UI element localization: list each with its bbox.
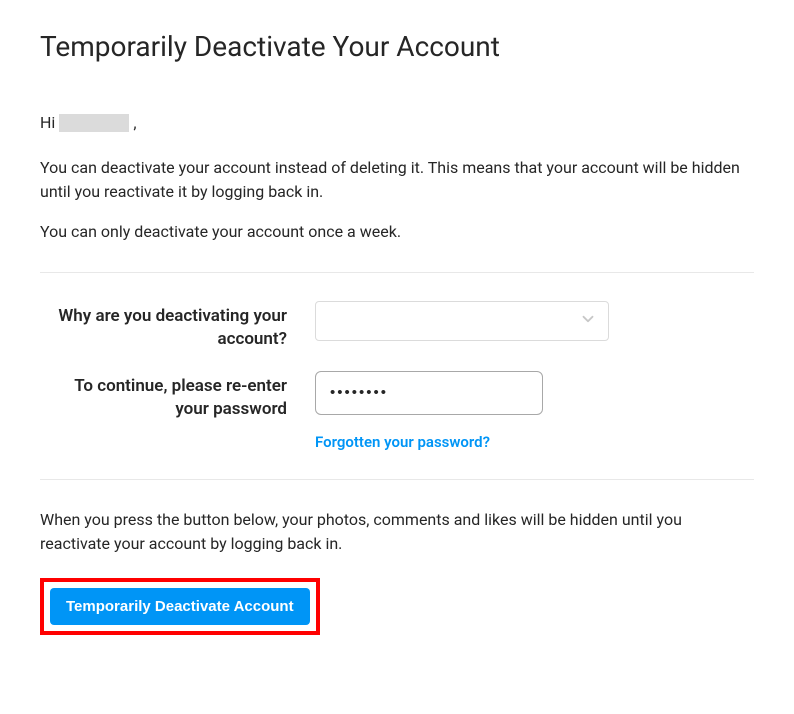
reason-label: Why are you deactivating your account?: [40, 301, 315, 351]
greeting-prefix: Hi: [40, 113, 55, 132]
reason-row: Why are you deactivating your account?: [40, 301, 754, 351]
password-input[interactable]: [315, 371, 543, 415]
reason-select[interactable]: [315, 301, 609, 341]
password-row: To continue, please re-enter your passwo…: [40, 371, 754, 451]
greeting-suffix: ,: [133, 113, 136, 132]
highlight-annotation: Temporarily Deactivate Account: [40, 578, 320, 635]
username-redacted: [59, 114, 129, 132]
divider-bottom: [40, 479, 754, 480]
reason-select-wrap: [315, 301, 609, 341]
footer-note: When you press the button below, your ph…: [40, 508, 754, 556]
intro-paragraph-2: You can only deactivate your account onc…: [40, 220, 754, 244]
intro-paragraph-1: You can deactivate your account instead …: [40, 156, 754, 204]
page-title: Temporarily Deactivate Your Account: [40, 30, 754, 63]
deactivate-button[interactable]: Temporarily Deactivate Account: [50, 588, 310, 625]
forgot-password-link[interactable]: Forgotten your password?: [315, 433, 490, 451]
greeting-line: Hi ,: [40, 113, 754, 132]
password-label: To continue, please re-enter your passwo…: [40, 371, 315, 421]
divider-top: [40, 272, 754, 273]
